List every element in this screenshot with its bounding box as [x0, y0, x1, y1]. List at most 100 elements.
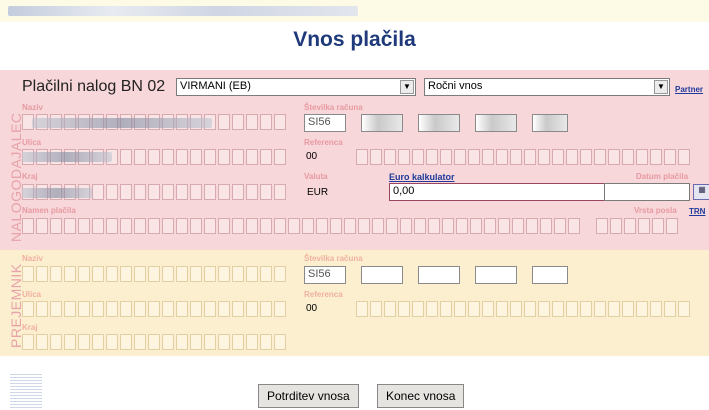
payer-account-part1[interactable]: [361, 114, 403, 132]
char-box[interactable]: [190, 301, 202, 317]
char-box[interactable]: [162, 301, 174, 317]
euro-calculator-link[interactable]: Euro kalkulator: [389, 172, 455, 182]
char-box[interactable]: [412, 149, 424, 165]
char-box[interactable]: [148, 218, 160, 234]
char-box[interactable]: [148, 184, 160, 200]
char-box[interactable]: [218, 266, 230, 282]
char-box[interactable]: [162, 218, 174, 234]
char-box[interactable]: [566, 301, 578, 317]
char-box[interactable]: [22, 334, 34, 350]
char-box[interactable]: [442, 218, 454, 234]
char-box[interactable]: [344, 218, 356, 234]
char-box[interactable]: [468, 301, 480, 317]
char-box[interactable]: [426, 149, 438, 165]
char-box[interactable]: [356, 301, 368, 317]
char-box[interactable]: [636, 301, 648, 317]
recipient-account-part2[interactable]: [418, 266, 460, 284]
char-box[interactable]: [134, 149, 146, 165]
char-box[interactable]: [176, 266, 188, 282]
char-box[interactable]: [176, 184, 188, 200]
char-box[interactable]: [148, 334, 160, 350]
char-box[interactable]: [302, 218, 314, 234]
char-box[interactable]: [372, 218, 384, 234]
char-box[interactable]: [218, 301, 230, 317]
char-box[interactable]: [78, 218, 90, 234]
char-box[interactable]: [92, 266, 104, 282]
payer-account-part4[interactable]: [532, 114, 568, 132]
char-box[interactable]: [526, 218, 538, 234]
char-box[interactable]: [78, 266, 90, 282]
char-box[interactable]: [232, 301, 244, 317]
char-box[interactable]: [148, 266, 160, 282]
chevron-down-icon[interactable]: ▼: [654, 80, 668, 94]
char-box[interactable]: [120, 266, 132, 282]
char-box[interactable]: [64, 218, 76, 234]
end-entry-button[interactable]: Konec vnosa: [377, 384, 465, 408]
char-box[interactable]: [580, 301, 592, 317]
char-box[interactable]: [120, 218, 132, 234]
char-box[interactable]: [148, 301, 160, 317]
char-box[interactable]: [22, 218, 34, 234]
recipient-account-prefix[interactable]: SI56: [304, 266, 346, 284]
char-box[interactable]: [440, 301, 452, 317]
char-box[interactable]: [274, 301, 286, 317]
char-box[interactable]: [454, 149, 466, 165]
char-box[interactable]: [596, 218, 608, 234]
char-box[interactable]: [162, 184, 174, 200]
char-box[interactable]: [232, 149, 244, 165]
recipient-account-part4[interactable]: [532, 266, 568, 284]
char-box[interactable]: [400, 218, 412, 234]
payer-account-part2[interactable]: [418, 114, 460, 132]
char-box[interactable]: [64, 334, 76, 350]
char-box[interactable]: [190, 266, 202, 282]
char-box[interactable]: [468, 149, 480, 165]
char-box[interactable]: [232, 334, 244, 350]
char-box[interactable]: [666, 218, 678, 234]
char-box[interactable]: [218, 184, 230, 200]
char-box[interactable]: [92, 301, 104, 317]
char-box[interactable]: [552, 149, 564, 165]
payment-type-select[interactable]: VIRMANI (EB) ▼: [176, 78, 416, 96]
char-box[interactable]: [36, 266, 48, 282]
char-box[interactable]: [622, 149, 634, 165]
char-box[interactable]: [260, 149, 272, 165]
recipient-street-field[interactable]: [22, 301, 286, 317]
char-box[interactable]: [608, 149, 620, 165]
char-box[interactable]: [246, 218, 258, 234]
char-box[interactable]: [162, 334, 174, 350]
char-box[interactable]: [50, 334, 62, 350]
char-box[interactable]: [120, 301, 132, 317]
char-box[interactable]: [92, 184, 104, 200]
char-box[interactable]: [624, 218, 636, 234]
entry-mode-select[interactable]: Ročni vnos ▼: [424, 78, 670, 96]
char-box[interactable]: [134, 218, 146, 234]
char-box[interactable]: [274, 218, 286, 234]
char-box[interactable]: [134, 301, 146, 317]
char-box[interactable]: [92, 334, 104, 350]
char-box[interactable]: [330, 218, 342, 234]
char-box[interactable]: [106, 184, 118, 200]
char-box[interactable]: [246, 301, 258, 317]
char-box[interactable]: [204, 334, 216, 350]
char-box[interactable]: [218, 334, 230, 350]
char-box[interactable]: [398, 149, 410, 165]
char-box[interactable]: [218, 114, 230, 130]
char-box[interactable]: [246, 334, 258, 350]
char-box[interactable]: [232, 184, 244, 200]
char-box[interactable]: [482, 149, 494, 165]
char-box[interactable]: [428, 218, 440, 234]
char-box[interactable]: [370, 301, 382, 317]
char-box[interactable]: [440, 149, 452, 165]
char-box[interactable]: [232, 114, 244, 130]
char-box[interactable]: [414, 218, 426, 234]
payment-purpose-field[interactable]: [22, 218, 580, 234]
char-box[interactable]: [650, 149, 662, 165]
char-box[interactable]: [316, 218, 328, 234]
char-box[interactable]: [176, 301, 188, 317]
char-box[interactable]: [636, 149, 648, 165]
char-box[interactable]: [456, 218, 468, 234]
char-box[interactable]: [204, 184, 216, 200]
char-box[interactable]: [50, 218, 62, 234]
char-box[interactable]: [288, 218, 300, 234]
char-box[interactable]: [134, 334, 146, 350]
